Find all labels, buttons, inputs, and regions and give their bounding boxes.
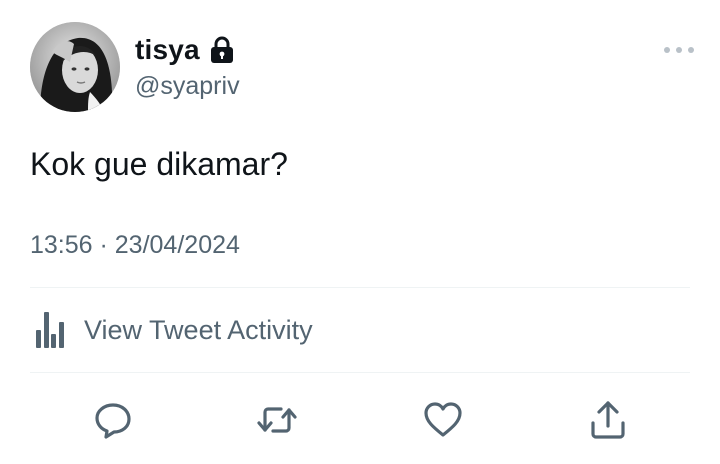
divider (30, 287, 690, 288)
retweet-icon (257, 407, 297, 433)
tweet-actions-bar (0, 395, 720, 445)
retweet-button[interactable] (252, 395, 302, 445)
like-button[interactable] (418, 395, 468, 445)
bar-chart-icon (30, 312, 68, 348)
view-tweet-activity-label: View Tweet Activity (84, 314, 313, 345)
divider (30, 372, 690, 373)
tweet-timestamp[interactable]: 13:56 · 23/04/2024 (30, 231, 240, 260)
share-button[interactable] (583, 395, 633, 445)
reply-icon (95, 403, 131, 439)
user-name-row: tisya (135, 32, 234, 68)
heart-icon (424, 402, 462, 437)
tweet-text: Kok gue dikamar? (30, 146, 288, 182)
more-options-icon[interactable] (664, 40, 694, 60)
share-icon (591, 401, 625, 439)
lock-icon (210, 36, 234, 64)
avatar[interactable] (30, 22, 120, 112)
display-name[interactable]: tisya (135, 34, 200, 66)
view-tweet-activity-button[interactable]: View Tweet Activity (30, 305, 313, 355)
reply-button[interactable] (88, 395, 138, 445)
profile-photo (30, 22, 120, 112)
user-handle[interactable]: @syapriv (135, 72, 240, 101)
